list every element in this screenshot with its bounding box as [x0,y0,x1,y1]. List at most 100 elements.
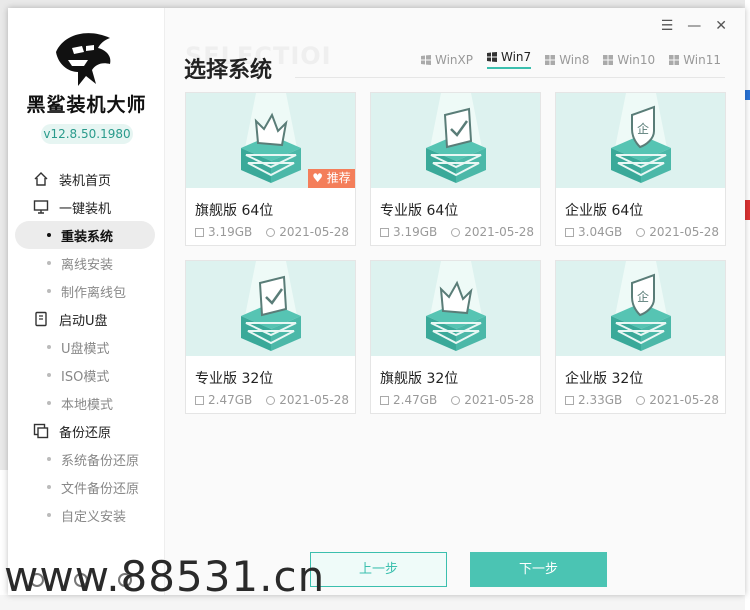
system-meta: 2.33GB 2021-05-28 [565,393,719,407]
check-icon [426,93,486,183]
app-name: 黑鲨装机大师 [26,94,147,116]
home-icon [34,172,48,186]
bullet-icon [47,485,51,489]
sidebar-item-label: 装机首页 [59,173,112,189]
page-title: 选择系统 [184,58,273,83]
sidebar-item-reinstall-system[interactable]: 重装系统 [15,221,155,249]
recommend-badge: ♥ 推荐 [308,169,355,188]
sidebar-menu: 装机首页 一键装机 重装系统 离线安装 制作离线包 启动U盘 U盘模式 ISO模… [15,165,165,529]
shark-logo [56,33,111,86]
system-thumbnail [186,261,355,356]
backup-icon [33,423,49,439]
app-window: 黑鲨装机大师 v12.8.50.1980 装机首页 一键装机 重装系统 离线安装… [8,8,745,595]
sidebar-item-label: 一键装机 [59,201,112,217]
sidebar-item-backup-restore[interactable]: 备份还原 [15,417,165,445]
sidebar-item-custom-install[interactable]: 自定义安装 [15,501,165,529]
monitor-icon [33,200,49,214]
sidebar-item-file-backup[interactable]: 文件备份还原 [15,473,165,501]
tab-winxp[interactable]: WinXP [421,50,473,69]
sidebar-item-label: 启动U盘 [59,313,108,329]
disk-icon [380,228,389,237]
sidebar-item-label: 备份还原 [59,425,112,441]
sidebar-item-iso-mode[interactable]: ISO模式 [15,361,165,389]
system-card-enterprise-32[interactable]: 企 企业版 32位 2.33GB 2021-05-28 [555,260,726,414]
main-content: ☰ — ✕ SELECTIOI 选择系统 WinXP Win7 Win8 Win… [165,8,745,595]
background-strip-right [745,0,750,610]
bullet-icon [47,401,51,405]
close-icon[interactable]: ✕ [715,18,727,34]
clock-icon [636,396,646,405]
crown-icon [426,261,486,351]
disk-icon [195,396,204,405]
sidebar-item-offline-install[interactable]: 离线安装 [15,249,165,277]
system-meta: 2.47GB 2021-05-28 [195,393,349,407]
sidebar-item-one-click-install[interactable]: 一键装机 [15,193,165,221]
disk-icon [380,396,389,405]
system-thumbnail: 企 [556,93,725,188]
windows-icon [421,54,431,65]
system-card-professional-64[interactable]: 专业版 64位 3.19GB 2021-05-28 [370,92,541,246]
sidebar-item-make-offline-package[interactable]: 制作离线包 [15,277,165,305]
system-card-ultimate-64[interactable]: ♥ 推荐 旗舰版 64位 3.19GB 2021-05-28 [185,92,356,246]
menu-icon[interactable]: ☰ [661,18,674,34]
usb-icon [35,311,47,327]
minimize-icon[interactable]: — [687,18,701,34]
tab-win10[interactable]: Win10 [603,50,655,69]
sidebar-item-system-backup[interactable]: 系统备份还原 [15,445,165,473]
disk-icon [565,228,574,237]
shield-icon: 企 [611,93,671,183]
bullet-icon [47,289,51,293]
tab-win11[interactable]: Win11 [669,50,721,69]
bullet-icon [47,261,51,265]
sidebar-item-local-mode[interactable]: 本地模式 [15,389,165,417]
clock-icon [636,228,646,237]
disk-icon [565,396,574,405]
system-meta: 3.19GB 2021-05-28 [380,225,534,239]
system-thumbnail [371,93,540,188]
windows-icon [603,54,614,65]
system-name: 企业版 32位 [565,371,644,387]
sidebar: 黑鲨装机大师 v12.8.50.1980 装机首页 一键装机 重装系统 离线安装… [8,8,165,595]
clock-icon [266,228,276,237]
divider [295,77,725,78]
shield-icon: 企 [611,261,671,351]
system-card-ultimate-32[interactable]: 旗舰版 32位 2.47GB 2021-05-28 [370,260,541,414]
os-tabs: WinXP Win7 Win8 Win10 Win11 [421,50,721,69]
bullet-icon [47,457,51,461]
system-name: 专业版 32位 [195,371,274,387]
tab-win7[interactable]: Win7 [487,50,532,69]
bullet-icon [47,513,51,517]
system-meta: 2.47GB 2021-05-28 [380,393,534,407]
windows-icon [545,54,556,65]
system-thumbnail: 企 [556,261,725,356]
bullet-icon [47,233,51,237]
windows-icon [487,52,497,62]
bullet-icon [47,345,51,349]
system-name: 企业版 64位 [565,203,644,219]
sidebar-item-home[interactable]: 装机首页 [15,165,165,193]
sidebar-item-usb-mode[interactable]: U盘模式 [15,333,165,361]
previous-step-button[interactable]: 上一步 [310,552,447,587]
system-thumbnail [371,261,540,356]
system-card-professional-32[interactable]: 专业版 32位 2.47GB 2021-05-28 [185,260,356,414]
check-icon [241,261,301,351]
sidebar-item-boot-usb[interactable]: 启动U盘 [15,305,165,333]
windows-icon [669,54,680,65]
tab-win8[interactable]: Win8 [545,50,589,69]
system-card-enterprise-64[interactable]: 企 企业版 64位 3.04GB 2021-05-28 [555,92,726,246]
window-controls: ☰ — ✕ [661,18,727,34]
svg-text:企: 企 [637,289,649,304]
disk-icon [195,228,204,237]
clock-icon [451,396,461,405]
watermark-text: www.88531.cn [4,552,326,601]
clock-icon [451,228,461,237]
system-name: 旗舰版 64位 [195,203,274,219]
version-badge: v12.8.50.1980 [41,124,133,144]
clock-icon [266,396,276,405]
next-step-button[interactable]: 下一步 [470,552,607,587]
svg-text:企: 企 [637,121,649,136]
system-name: 专业版 64位 [380,203,459,219]
system-meta: 3.04GB 2021-05-28 [565,225,719,239]
system-meta: 3.19GB 2021-05-28 [195,225,349,239]
bullet-icon [47,373,51,377]
